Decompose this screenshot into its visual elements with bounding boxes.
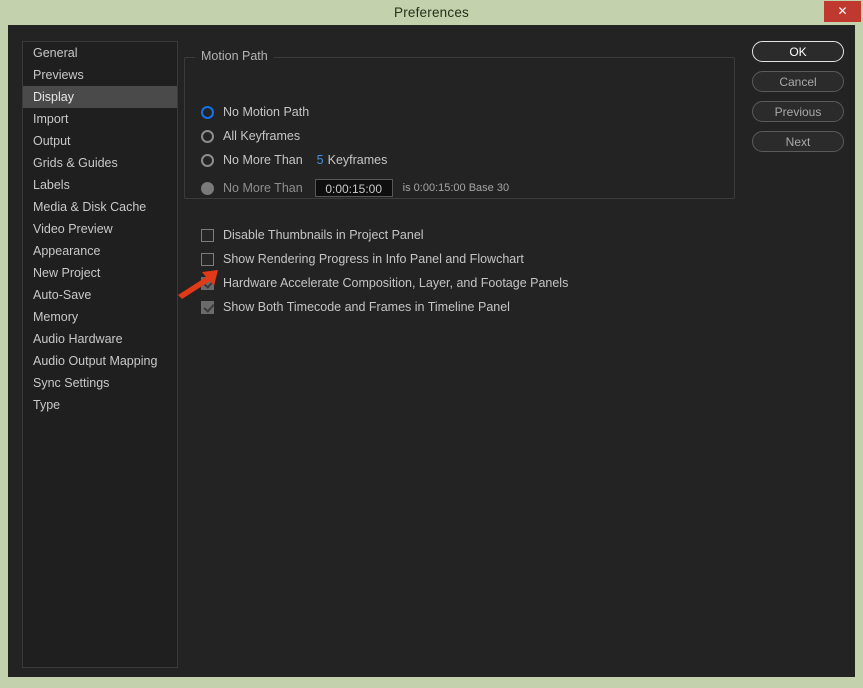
radio-button [201,181,214,195]
motion-path-option-3: No More Than 0:00:15:00 is 0:00:15:00 Base… [201,179,509,197]
close-icon[interactable]: ✕ [824,1,861,22]
sidebar-item-audio-output-mapping[interactable]: Audio Output Mapping [23,350,177,372]
window-title: Preferences [394,5,469,20]
dialog-action-buttons: OK Cancel Previous Next [752,41,844,161]
checkbox-row-1[interactable]: Show Rendering Progress in Info Panel an… [201,250,524,268]
sidebar-item-memory[interactable]: Memory [23,306,177,328]
radio-label: All Keyframes [223,129,301,143]
dialog-body: General Previews Display Import Output Grids … [8,25,855,677]
checkbox[interactable] [201,276,214,290]
next-button[interactable]: Next [752,131,844,152]
radio-button[interactable] [201,153,214,167]
sidebar-item-new-project[interactable]: New Project [23,262,177,284]
radio-button[interactable] [201,105,214,119]
sidebar-item-type[interactable]: Type [23,394,177,416]
display-settings-panel: Motion Path No Motion Path All Keyframes N… [184,41,744,666]
previous-button[interactable]: Previous [752,101,844,122]
keyframe-count-suffix: Keyframes [327,153,388,167]
sidebar-item-display[interactable]: Display [23,86,177,108]
sidebar-item-auto-save[interactable]: Auto-Save [23,284,177,306]
checkbox-label: Show Rendering Progress in Info Panel an… [223,252,524,266]
radio-button[interactable] [201,129,214,143]
sidebar-item-output[interactable]: Output [23,130,177,152]
sidebar-item-sync-settings[interactable]: Sync Settings [23,372,177,394]
checkbox-row-0[interactable]: Disable Thumbnails in Project Panel [201,226,424,244]
checkbox-row-2[interactable]: Hardware Accelerate Composition, Layer, … [201,274,568,292]
sidebar-item-grids-guides[interactable]: Grids & Guides [23,152,177,174]
checkbox[interactable] [201,228,214,242]
radio-label: No Motion Path [223,105,310,119]
checkbox-label: Show Both Timecode and Frames in Timelin… [223,300,510,314]
sidebar-item-labels[interactable]: Labels [23,174,177,196]
checkbox-row-3[interactable]: Show Both Timecode and Frames in Timelin… [201,298,510,316]
sidebar-item-previews[interactable]: Previews [23,64,177,86]
sidebar-item-general[interactable]: General [23,42,177,64]
sidebar-item-appearance[interactable]: Appearance [23,240,177,262]
timecode-input[interactable]: 0:00:15:00 [314,179,393,197]
radio-label: No More Than [223,153,303,167]
sidebar-item-import[interactable]: Import [23,108,177,130]
checkbox[interactable] [201,300,214,314]
keyframe-count-value[interactable]: 5 [317,153,324,167]
motion-path-option-1[interactable]: All Keyframes [201,127,300,145]
sidebar-item-audio-hardware[interactable]: Audio Hardware [23,328,177,350]
sidebar-item-media-disk-cache[interactable]: Media & Disk Cache [23,196,177,218]
sidebar-item-video-preview[interactable]: Video Preview [23,218,177,240]
preferences-dialog: Preferences ✕ General Previews Display Impo… [0,0,863,688]
motion-path-legend: Motion Path [195,49,274,63]
radio-label: No More Than [223,181,303,195]
motion-path-option-0[interactable]: No Motion Path [201,103,309,121]
checkbox-label: Hardware Accelerate Composition, Layer, … [223,276,569,290]
checkbox-label: Disable Thumbnails in Project Panel [223,228,424,242]
checkbox[interactable] [201,252,214,266]
motion-path-option-2[interactable]: No More Than 5 Keyframes [201,151,387,169]
preferences-category-list[interactable]: General Previews Display Import Output Grids … [22,41,178,668]
cancel-button[interactable]: Cancel [752,71,844,92]
title-bar: Preferences ✕ [0,0,863,25]
timecode-note: is 0:00:15:00 Base 30 [402,182,510,194]
ok-button[interactable]: OK [752,41,844,62]
